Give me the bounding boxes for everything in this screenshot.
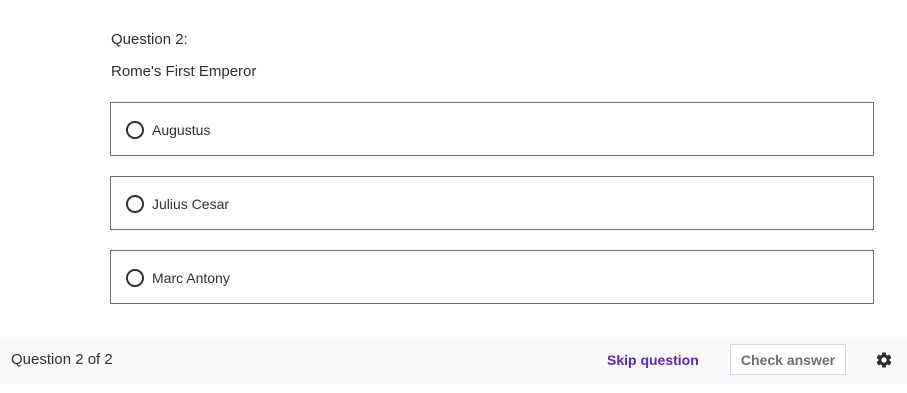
radio-button[interactable] [126,195,144,213]
radio-button[interactable] [126,269,144,287]
radio-button[interactable] [126,121,144,139]
gear-icon[interactable] [875,351,893,369]
answer-option-augustus[interactable]: Augustus [110,102,874,156]
question-progress: Question 2 of 2 [11,351,113,368]
answer-option-label: Augustus [152,122,211,138]
check-answer-button[interactable]: Check answer [730,344,846,375]
answer-option-label: Julius Cesar [152,196,230,212]
skip-question-button[interactable]: Skip question [607,352,699,368]
question-number: Question 2: [111,31,188,48]
question-prompt: Rome's First Emperor [111,63,257,80]
answer-option-marc-antony[interactable]: Marc Antony [110,250,874,304]
answer-option-julius-cesar[interactable]: Julius Cesar [110,176,874,230]
quiz-footer: Question 2 of 2 Skip question Check answ… [0,337,907,384]
answer-option-label: Marc Antony [152,270,230,286]
